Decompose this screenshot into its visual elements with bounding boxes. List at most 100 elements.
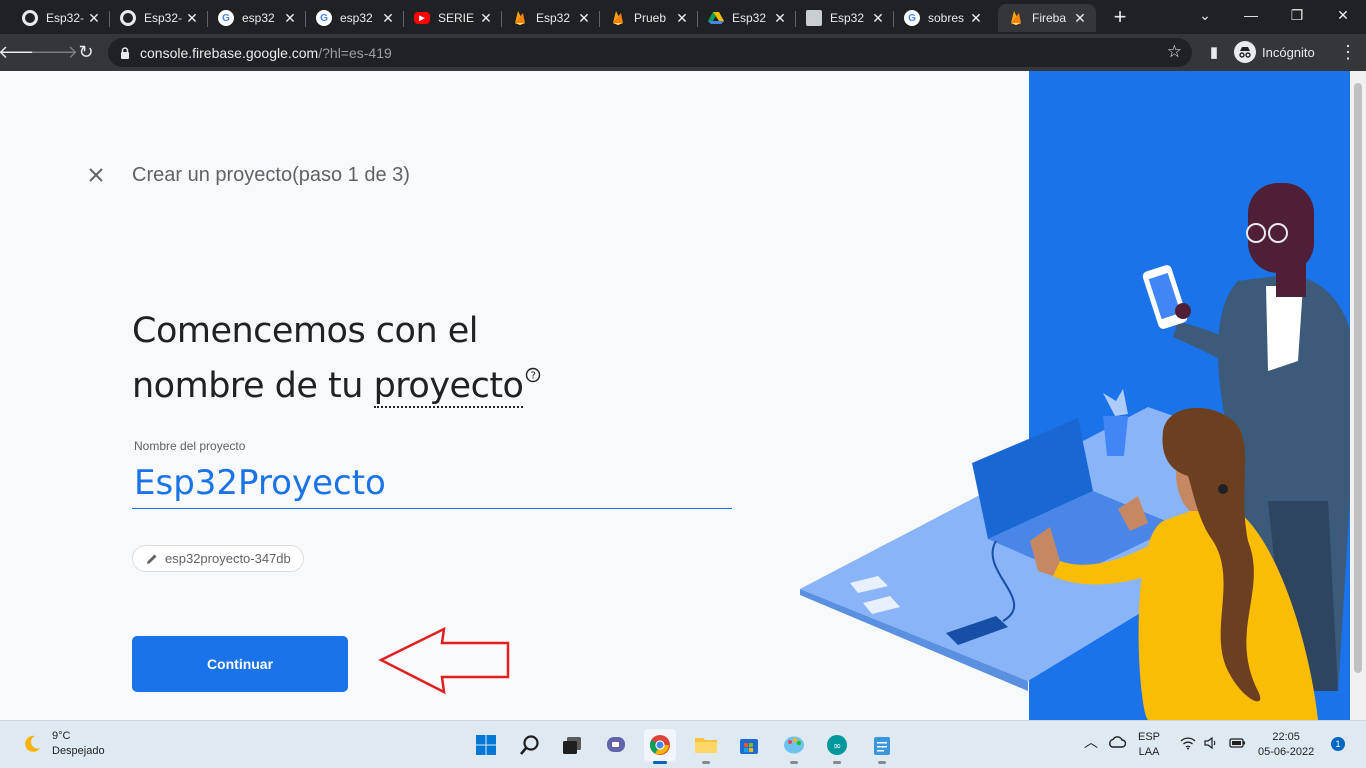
running-indicator [878,761,886,764]
page-title: Crear un proyecto(paso 1 de 3) [132,164,410,186]
tab-active[interactable]: Fireba ✕ [998,4,1096,32]
tab-9[interactable]: Esp32 ✕ [796,4,894,32]
project-id: esp32proyecto-347db [165,551,291,566]
google-icon: G [904,10,920,26]
tab-4[interactable]: G esp32 ✕ [306,4,404,32]
lock-icon [120,46,130,59]
scrollbar-thumb[interactable] [1354,83,1362,673]
minimize-button[interactable]: — [1228,0,1274,30]
task-view-icon[interactable] [556,729,588,761]
tab-8[interactable]: Esp32 ✕ [698,4,796,32]
side-panel-icon[interactable]: ▮ [1200,38,1228,66]
close-tab-icon[interactable]: ✕ [576,10,592,27]
teams-chat-icon[interactable] [600,729,632,761]
svg-text:?: ? [531,371,536,382]
tab-search-icon[interactable]: ⌄ [1182,0,1228,30]
address-bar[interactable]: console.firebase.google.com /?hl=es-419 … [108,38,1192,67]
close-tab-icon[interactable]: ✕ [870,10,886,27]
close-icon[interactable] [84,163,108,187]
firebase-icon [512,10,528,26]
tab-title: Prueb [634,11,667,25]
doc-icon [806,10,822,26]
bookmark-star-icon[interactable]: ☆ [1167,42,1182,62]
close-tab-icon[interactable]: ✕ [380,10,396,27]
heading: Comencemos con el nombre de tu proyecto? [132,304,692,414]
menu-icon[interactable]: ⋮ [1334,38,1362,66]
tab-title: Esp32 [536,11,571,25]
new-tab-button[interactable]: + [1108,5,1132,29]
tab-6[interactable]: Esp32 ✕ [502,4,600,32]
google-icon: G [316,10,332,26]
tab-2[interactable]: Esp32- ✕ [110,4,208,32]
close-tab-icon[interactable]: ✕ [184,10,200,27]
incognito-badge[interactable]: Incógnito [1234,40,1315,64]
heading-line-1: Comencemos con el [132,311,479,351]
red-arrow-annotation [378,626,510,695]
continue-button[interactable]: Continuar [132,636,348,692]
chevron-up-icon[interactable]: ︿ [1084,735,1098,750]
heading-project-term[interactable]: proyecto [373,366,524,408]
github-icon [22,10,38,26]
paint-icon[interactable] [778,729,810,764]
tab-title: Esp32 [830,11,865,25]
running-indicator [702,761,710,764]
running-indicator [790,761,798,764]
incognito-label: Incógnito [1262,44,1315,60]
tab-5[interactable]: ▶ SERIE ✕ [404,4,502,32]
clock[interactable]: 22:05 05-06-2022 [1258,730,1314,760]
store-icon[interactable] [733,729,765,761]
arduino-icon[interactable]: ∞ [821,729,853,764]
date: 05-06-2022 [1258,746,1315,758]
close-tab-icon[interactable]: ✕ [772,10,788,27]
firebase-create-project-page: Crear un proyecto(paso 1 de 3) Comencemo… [0,71,1366,720]
tab-title: Fireba [1032,11,1067,25]
file-explorer-icon[interactable] [690,729,722,764]
close-tab-icon[interactable]: ✕ [478,10,494,27]
heading-line-2: nombre de tu proyecto? [132,359,692,414]
close-tab-icon[interactable]: ✕ [282,10,298,27]
speaker-icon[interactable] [1204,736,1220,755]
keyboard-layout: LAA [1138,746,1160,758]
forward-icon[interactable]: 🡒 [30,38,78,66]
close-tab-icon[interactable]: ✕ [674,10,690,27]
restore-button[interactable]: ❐ [1274,0,1320,30]
notepad-icon[interactable] [866,729,898,764]
start-icon[interactable] [470,729,502,761]
language-code: ESP [1138,731,1161,743]
windows-taskbar: 9°C Despejado ∞ ︿ ESP LAA 22:05 05-06-20… [0,720,1366,768]
search-icon[interactable] [514,729,546,761]
close-tab-icon[interactable]: ✕ [968,10,984,27]
notification-badge[interactable]: 1 [1331,737,1345,751]
project-id-chip[interactable]: esp32proyecto-347db [132,545,304,572]
onedrive-icon[interactable] [1108,735,1127,754]
chrome-icon[interactable] [644,729,676,764]
tab-1[interactable]: Esp32- ✕ [12,4,110,32]
tab-10[interactable]: G sobres ✕ [894,4,992,32]
language-indicator[interactable]: ESP LAA [1138,730,1160,760]
tab-title: esp32 [340,11,373,25]
help-icon[interactable]: ? [525,345,541,383]
tab-title: Esp32- [46,11,85,25]
tab-3[interactable]: G esp32 ✕ [208,4,306,32]
battery-icon[interactable] [1228,736,1246,755]
tab-title: Esp32 [732,11,767,25]
running-indicator [833,761,841,764]
wifi-icon[interactable] [1180,736,1196,755]
svg-text:∞: ∞ [833,741,841,752]
reload-icon[interactable]: ↻ [72,38,100,66]
tab-strip: Esp32- ✕ Esp32- ✕ G esp32 ✕ G esp32 ✕ ▶ … [0,0,1366,34]
close-tab-icon[interactable]: ✕ [86,10,102,27]
page-scrollbar[interactable] [1350,71,1366,720]
tab-title: esp32 [242,11,275,25]
weather-widget[interactable]: 9°C Despejado [22,729,105,759]
project-name-input[interactable] [132,457,732,509]
google-icon: G [218,10,234,26]
close-tab-icon[interactable]: ✕ [1072,10,1088,27]
github-icon [120,10,136,26]
tab-title: sobres [928,11,965,25]
tab-7[interactable]: Prueb ✕ [600,4,698,32]
browser-toolbar: 🡐 🡒 ↻ console.firebase.google.com /?hl=e… [0,34,1366,71]
close-window-button[interactable]: ✕ [1320,0,1366,30]
firebase-icon [1008,10,1024,26]
url-host: console.firebase.google.com [140,44,319,61]
